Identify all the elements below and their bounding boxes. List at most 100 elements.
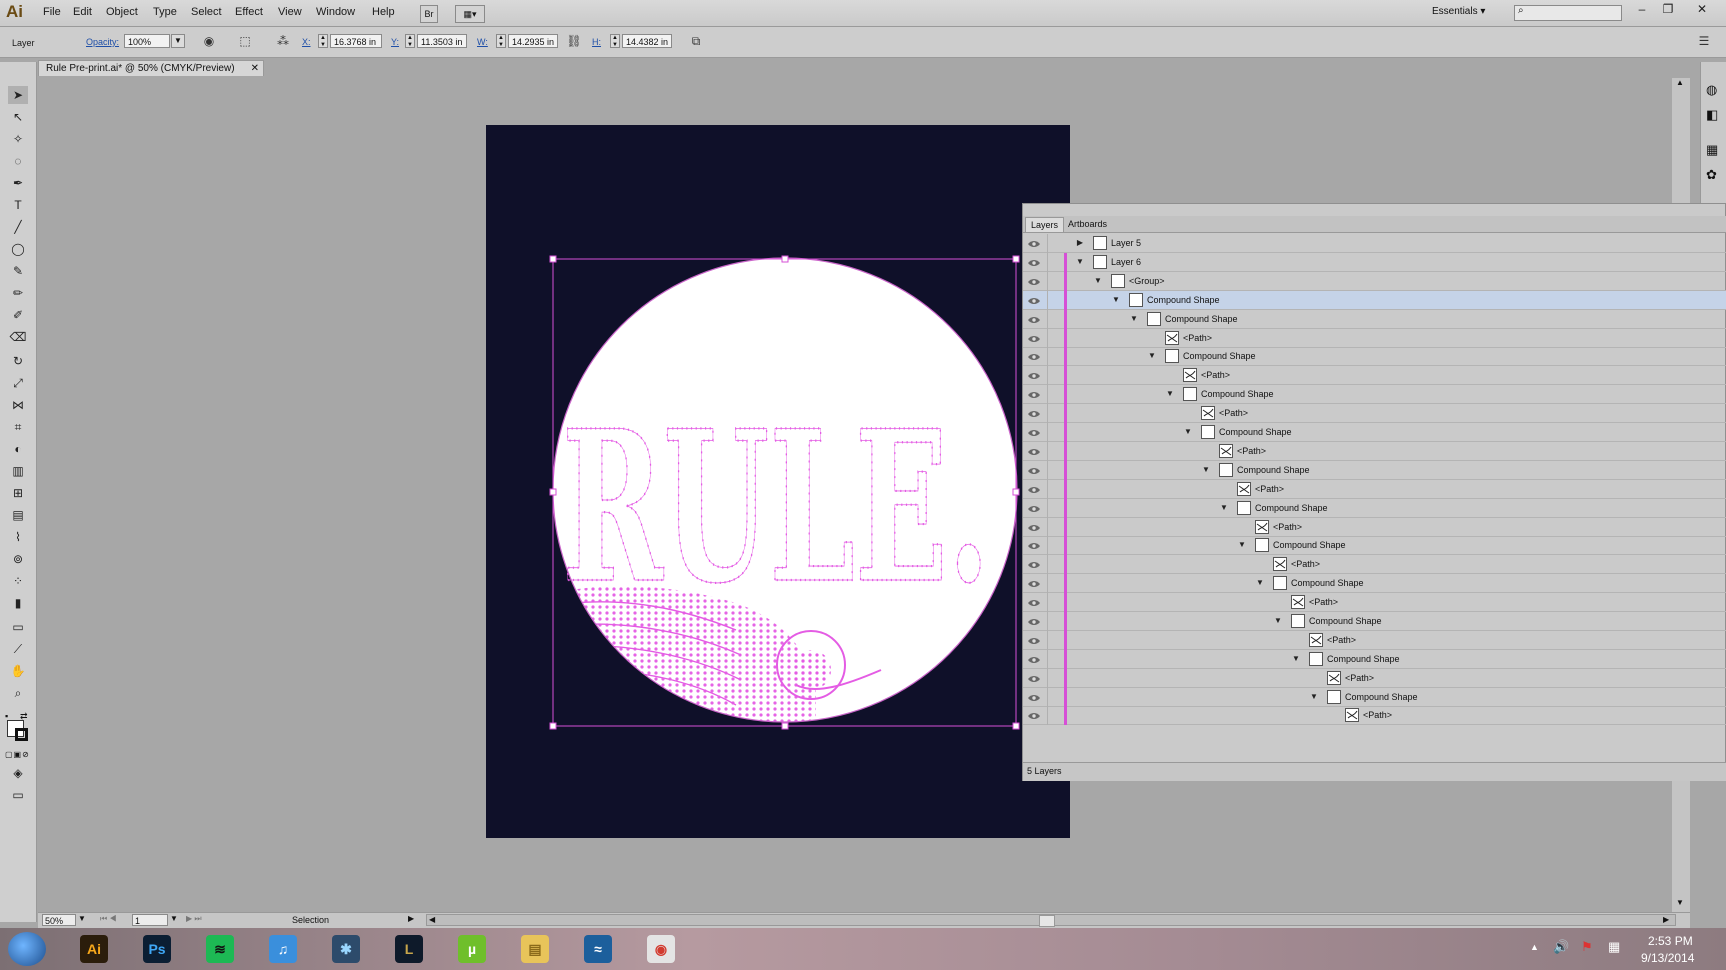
tray-expand-icon[interactable]: ▲ xyxy=(1530,942,1539,952)
collapse-arrow-icon[interactable]: ▼ xyxy=(1075,257,1085,267)
lock-column[interactable] xyxy=(1047,461,1048,480)
tab-layers[interactable]: Layers xyxy=(1025,217,1065,232)
pen-tool-icon[interactable]: ✒ xyxy=(8,174,28,192)
lock-column[interactable] xyxy=(1047,234,1048,253)
y-field[interactable]: 11.3503 in xyxy=(417,34,467,48)
workspace-switcher[interactable]: Essentials ▾ xyxy=(1432,6,1485,17)
collapse-arrow-icon[interactable]: ▼ xyxy=(1291,654,1301,664)
scroll-up-arrow-icon[interactable]: ▲ xyxy=(1676,78,1684,87)
status-menu-arrow-icon[interactable]: ▶ xyxy=(408,914,414,923)
lock-column[interactable] xyxy=(1047,291,1048,310)
taskbar-app-itunes[interactable]: ♫ xyxy=(255,931,311,967)
lock-column[interactable] xyxy=(1047,480,1048,499)
lock-column[interactable] xyxy=(1047,404,1048,423)
zoom-dropdown-icon[interactable]: ▼ xyxy=(78,914,86,923)
scroll-left-arrow-icon[interactable]: ◀ xyxy=(429,915,435,924)
visibility-eye-icon[interactable] xyxy=(1028,711,1040,719)
eraser-tool-icon[interactable]: ⌫ xyxy=(8,328,28,346)
visibility-eye-icon[interactable] xyxy=(1028,541,1040,549)
mesh-tool-icon[interactable]: ⊞ xyxy=(8,484,28,502)
lock-column[interactable] xyxy=(1047,366,1048,385)
paintbrush-tool-icon[interactable]: ✎ xyxy=(8,262,28,280)
lock-column[interactable] xyxy=(1047,310,1048,329)
bbox-handle-bottom-right[interactable] xyxy=(1012,722,1020,730)
scroll-thumb[interactable] xyxy=(1039,915,1055,927)
lasso-tool-icon[interactable]: ◌ xyxy=(8,152,28,170)
artboard-nav-last-icon[interactable]: ▶ ⏭ xyxy=(186,914,202,924)
visibility-eye-icon[interactable] xyxy=(1028,504,1040,512)
taskbar-app-spotify[interactable]: ≋ xyxy=(192,931,248,967)
search-input[interactable]: ⌕ xyxy=(1514,5,1622,21)
visibility-eye-icon[interactable] xyxy=(1028,334,1040,342)
opacity-dropdown[interactable]: ▼ xyxy=(171,34,185,48)
reference-point-icon[interactable]: ⁂ xyxy=(275,33,291,49)
layer-row[interactable]: <Path> xyxy=(1023,480,1726,499)
layer-row[interactable]: ▼ Compound Shape xyxy=(1023,423,1726,442)
lock-column[interactable] xyxy=(1047,631,1048,650)
bridge-button[interactable]: Br xyxy=(420,5,438,23)
visibility-eye-icon[interactable] xyxy=(1028,655,1040,663)
layer-row[interactable]: <Path> xyxy=(1023,631,1726,650)
panel-menu-icon[interactable]: ☰ xyxy=(1696,33,1712,49)
visibility-eye-icon[interactable] xyxy=(1028,371,1040,379)
lock-column[interactable] xyxy=(1047,536,1048,555)
visibility-eye-icon[interactable] xyxy=(1028,560,1040,568)
horizontal-scrollbar[interactable]: ◀ ▶ xyxy=(426,914,1676,927)
layer-row[interactable]: <Path> xyxy=(1023,442,1726,461)
collapse-arrow-icon[interactable]: ▼ xyxy=(1147,351,1157,361)
collapse-arrow-icon[interactable]: ▼ xyxy=(1093,276,1103,286)
collapse-arrow-icon[interactable]: ▼ xyxy=(1129,314,1139,324)
layer-row[interactable]: ▼ Compound Shape xyxy=(1023,499,1726,518)
type-tool-icon[interactable]: T xyxy=(8,196,28,214)
taskbar-app-illustrator[interactable]: Ai xyxy=(66,931,122,967)
layer-row[interactable]: ▼ Compound Shape xyxy=(1023,291,1726,310)
layer-row[interactable]: <Path> xyxy=(1023,329,1726,348)
lock-column[interactable] xyxy=(1047,442,1048,461)
artboard-dropdown-icon[interactable]: ▼ xyxy=(170,914,178,923)
blend-tool-icon[interactable]: ⊚ xyxy=(8,550,28,568)
zoom-tool-icon[interactable]: ⌕ xyxy=(8,684,28,702)
visibility-eye-icon[interactable] xyxy=(1028,409,1040,417)
color-guide-icon[interactable]: ◍ xyxy=(1706,82,1717,98)
x-stepper[interactable]: ▲ ▼ xyxy=(318,34,328,48)
menu-file[interactable]: File xyxy=(43,6,61,18)
menu-select[interactable]: Select xyxy=(191,6,222,18)
blob-brush-tool-icon[interactable]: ✐ xyxy=(8,306,28,324)
visibility-eye-icon[interactable] xyxy=(1028,352,1040,360)
layer-row[interactable]: ▼ <Group> xyxy=(1023,272,1726,291)
expand-arrow-icon[interactable]: ▶ xyxy=(1075,238,1085,248)
volume-icon[interactable]: 🔊 xyxy=(1553,939,1569,955)
direct-selection-tool-icon[interactable]: ↖ xyxy=(8,108,28,126)
visibility-eye-icon[interactable] xyxy=(1028,447,1040,455)
collapse-arrow-icon[interactable]: ▼ xyxy=(1237,540,1247,550)
free-transform-tool-icon[interactable]: ⌗ xyxy=(8,418,28,436)
width-tool-icon[interactable]: ⋈ xyxy=(8,396,28,414)
visibility-eye-icon[interactable] xyxy=(1028,428,1040,436)
layer-row[interactable]: <Path> xyxy=(1023,404,1726,423)
action-center-flag-icon[interactable]: ⚑ xyxy=(1581,939,1593,955)
gradient-tool-icon[interactable]: ▤ xyxy=(8,506,28,524)
lock-column[interactable] xyxy=(1047,347,1048,366)
ellipse-tool-icon[interactable]: ◯ xyxy=(8,240,28,258)
opacity-label[interactable]: Opacity: xyxy=(86,37,119,47)
app-logo[interactable]: Ai xyxy=(6,2,28,22)
constrain-proportions-icon[interactable]: ⛓ xyxy=(566,33,582,49)
pencil-tool-icon[interactable]: ✏ xyxy=(8,284,28,302)
w-stepper[interactable]: ▲ ▼ xyxy=(496,34,506,48)
swatches-icon[interactable]: ▦ xyxy=(1706,142,1718,158)
taskbar-app-app-blue-circle[interactable]: ✱ xyxy=(318,931,374,967)
visibility-eye-icon[interactable] xyxy=(1028,485,1040,493)
lock-column[interactable] xyxy=(1047,706,1048,725)
h-field[interactable]: 14.4382 in xyxy=(622,34,672,48)
clock-date[interactable]: 9/13/2014 xyxy=(1641,951,1694,965)
layer-row[interactable]: <Path> xyxy=(1023,669,1726,688)
bbox-handle-top-middle[interactable] xyxy=(781,255,789,263)
menu-help[interactable]: Help xyxy=(372,6,395,18)
layer-row[interactable]: <Path> xyxy=(1023,518,1726,537)
lock-column[interactable] xyxy=(1047,574,1048,593)
layer-row[interactable]: ▼ Compound Shape xyxy=(1023,310,1726,329)
layer-row[interactable]: ▼ Compound Shape xyxy=(1023,574,1726,593)
menu-effect[interactable]: Effect xyxy=(235,6,263,18)
menu-type[interactable]: Type xyxy=(153,6,177,18)
bbox-handle-bottom-left[interactable] xyxy=(549,722,557,730)
